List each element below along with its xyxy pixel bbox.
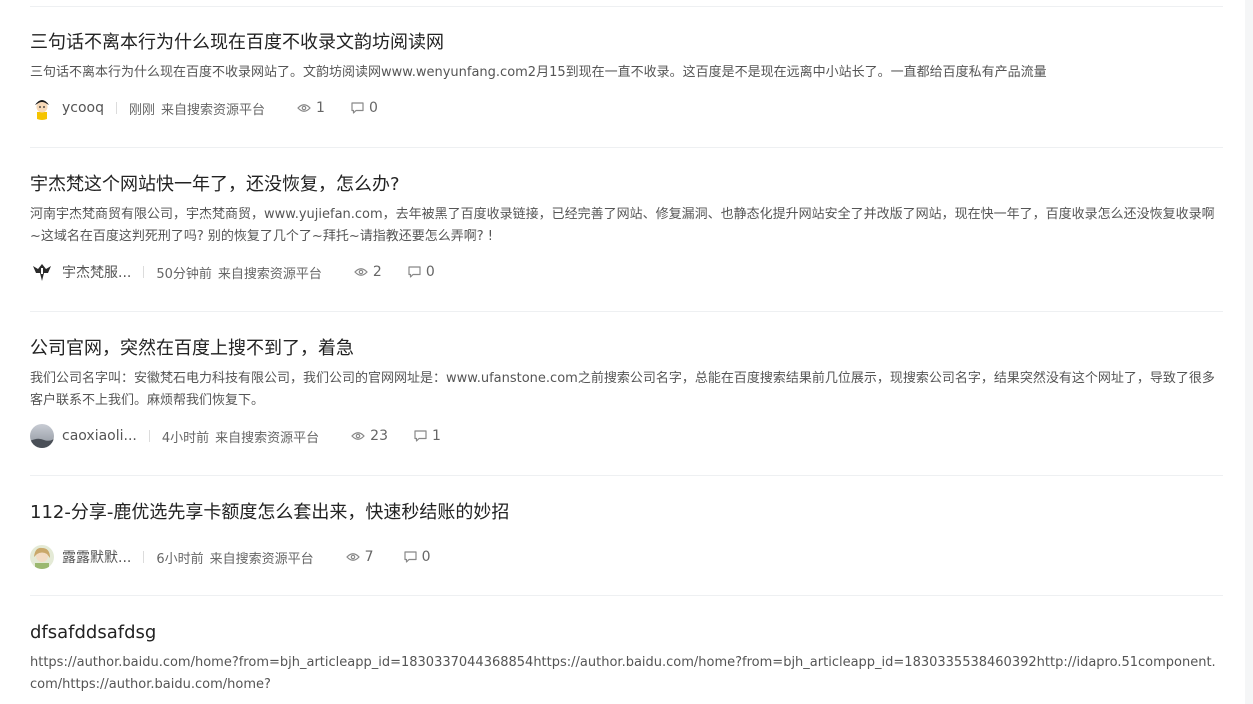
question-title[interactable]: 112-分享-鹿优选先享卡额度怎么套出来，快速秒结账的妙招 (30, 501, 1223, 525)
author-name[interactable]: 露露默默... (62, 547, 131, 567)
view-count-value: 23 (370, 428, 388, 444)
view-count-value: 7 (364, 549, 374, 565)
separator (143, 551, 145, 563)
separator (148, 430, 150, 442)
comment-count[interactable]: 0 (403, 549, 431, 565)
question-title[interactable]: 公司官网，突然在百度上搜不到了，着急 (30, 337, 1223, 361)
question-title[interactable]: dfsafddsafdsg (30, 621, 1223, 645)
question-item[interactable]: 宇杰梵这个网站快一年了，还没恢复，怎么办? 河南宇杰梵商贸有限公司，宇杰梵商贸，… (30, 173, 1223, 284)
question-meta: caoxiaoli... 4小时前 来自搜索资源平台 23 1 (30, 424, 1223, 448)
comment-icon (403, 551, 417, 563)
question-list: 三句话不离本行为什么现在百度不收录文韵坊阅读网 三句话不离本行为什么现在百度不收… (0, 0, 1245, 704)
question-summary: https://author.baidu.com/home?from=bjh_a… (30, 655, 1216, 692)
comment-count-value: 1 (432, 428, 441, 444)
comment-count-value: 0 (425, 264, 435, 280)
question-title[interactable]: 宇杰梵这个网站快一年了，还没恢复，怎么办? (30, 173, 1223, 197)
post-time: 50分钟前 (156, 266, 212, 282)
question-item[interactable]: dfsafddsafdsg https://author.baidu.com/h… (30, 621, 1223, 696)
divider (30, 6, 1223, 7)
author-name[interactable]: 宇杰梵服... (62, 262, 131, 282)
question-meta: 宇杰梵服... 50分钟前 来自搜索资源平台 2 0 (30, 260, 1223, 284)
separator (143, 266, 145, 278)
divider (30, 595, 1223, 596)
avatar[interactable] (30, 424, 54, 448)
comment-icon (408, 266, 421, 278)
view-count-value: 2 (372, 264, 382, 280)
question-summary: 河南宇杰梵商贸有限公司，宇杰梵商贸，www.yujiefan.com，去年被黑了… (30, 207, 1215, 244)
separator (116, 102, 117, 114)
eye-icon (354, 268, 368, 276)
comment-count-value: 0 (368, 100, 378, 116)
question-item[interactable]: 公司官网，突然在百度上搜不到了，着急 我们公司名字叫：安徽梵石电力科技有限公司，… (30, 337, 1223, 448)
author-name[interactable]: caoxiaoli... (62, 428, 137, 444)
comment-icon (414, 430, 427, 442)
post-time: 刚刚 (129, 102, 156, 118)
post-source: 来自搜索资源平台 (161, 102, 266, 118)
question-item[interactable]: 三句话不离本行为什么现在百度不收录文韵坊阅读网 三句话不离本行为什么现在百度不收… (30, 31, 1223, 120)
comment-count-value: 0 (421, 549, 431, 565)
avatar[interactable] (30, 96, 54, 120)
page: 三句话不离本行为什么现在百度不收录文韵坊阅读网 三句话不离本行为什么现在百度不收… (0, 0, 1253, 704)
question-summary: 我们公司名字叫：安徽梵石电力科技有限公司，我们公司的官网网址是：www.ufan… (30, 371, 1215, 408)
question-meta: 露露默默... 6小时前 来自搜索资源平台 7 0 (30, 545, 1223, 569)
avatar[interactable] (30, 545, 54, 569)
question-meta: ycooq 刚刚 来自搜索资源平台 1 0 (30, 96, 1223, 120)
comment-icon (351, 102, 364, 114)
post-source: 来自搜索资源平台 (217, 266, 322, 282)
eye-icon (297, 104, 311, 112)
eye-icon (345, 553, 360, 561)
divider (30, 475, 1223, 476)
comment-count[interactable]: 0 (351, 100, 378, 116)
view-count: 23 (351, 428, 388, 444)
view-count: 1 (297, 100, 325, 116)
divider (30, 147, 1223, 148)
post-time: 4小时前 (161, 430, 210, 446)
post-source: 来自搜索资源平台 (209, 551, 314, 567)
scrollbar-track[interactable] (1245, 0, 1253, 704)
divider (30, 311, 1223, 312)
question-summary: 三句话不离本行为什么现在百度不收录网站了。文韵坊阅读网www.wenyunfan… (30, 65, 1047, 80)
eye-icon (351, 432, 365, 440)
post-time: 6小时前 (156, 551, 204, 567)
avatar[interactable] (30, 260, 54, 284)
question-title[interactable]: 三句话不离本行为什么现在百度不收录文韵坊阅读网 (30, 31, 1223, 55)
author-name[interactable]: ycooq (62, 100, 104, 116)
post-source: 来自搜索资源平台 (215, 430, 320, 446)
comment-count[interactable]: 1 (414, 428, 441, 444)
view-count: 7 (345, 549, 374, 565)
view-count: 2 (354, 264, 382, 280)
view-count-value: 1 (316, 100, 325, 116)
comment-count[interactable]: 0 (408, 264, 435, 280)
question-item[interactable]: 112-分享-鹿优选先享卡额度怎么套出来，快速秒结账的妙招 露露默默... 6小… (30, 501, 1223, 569)
